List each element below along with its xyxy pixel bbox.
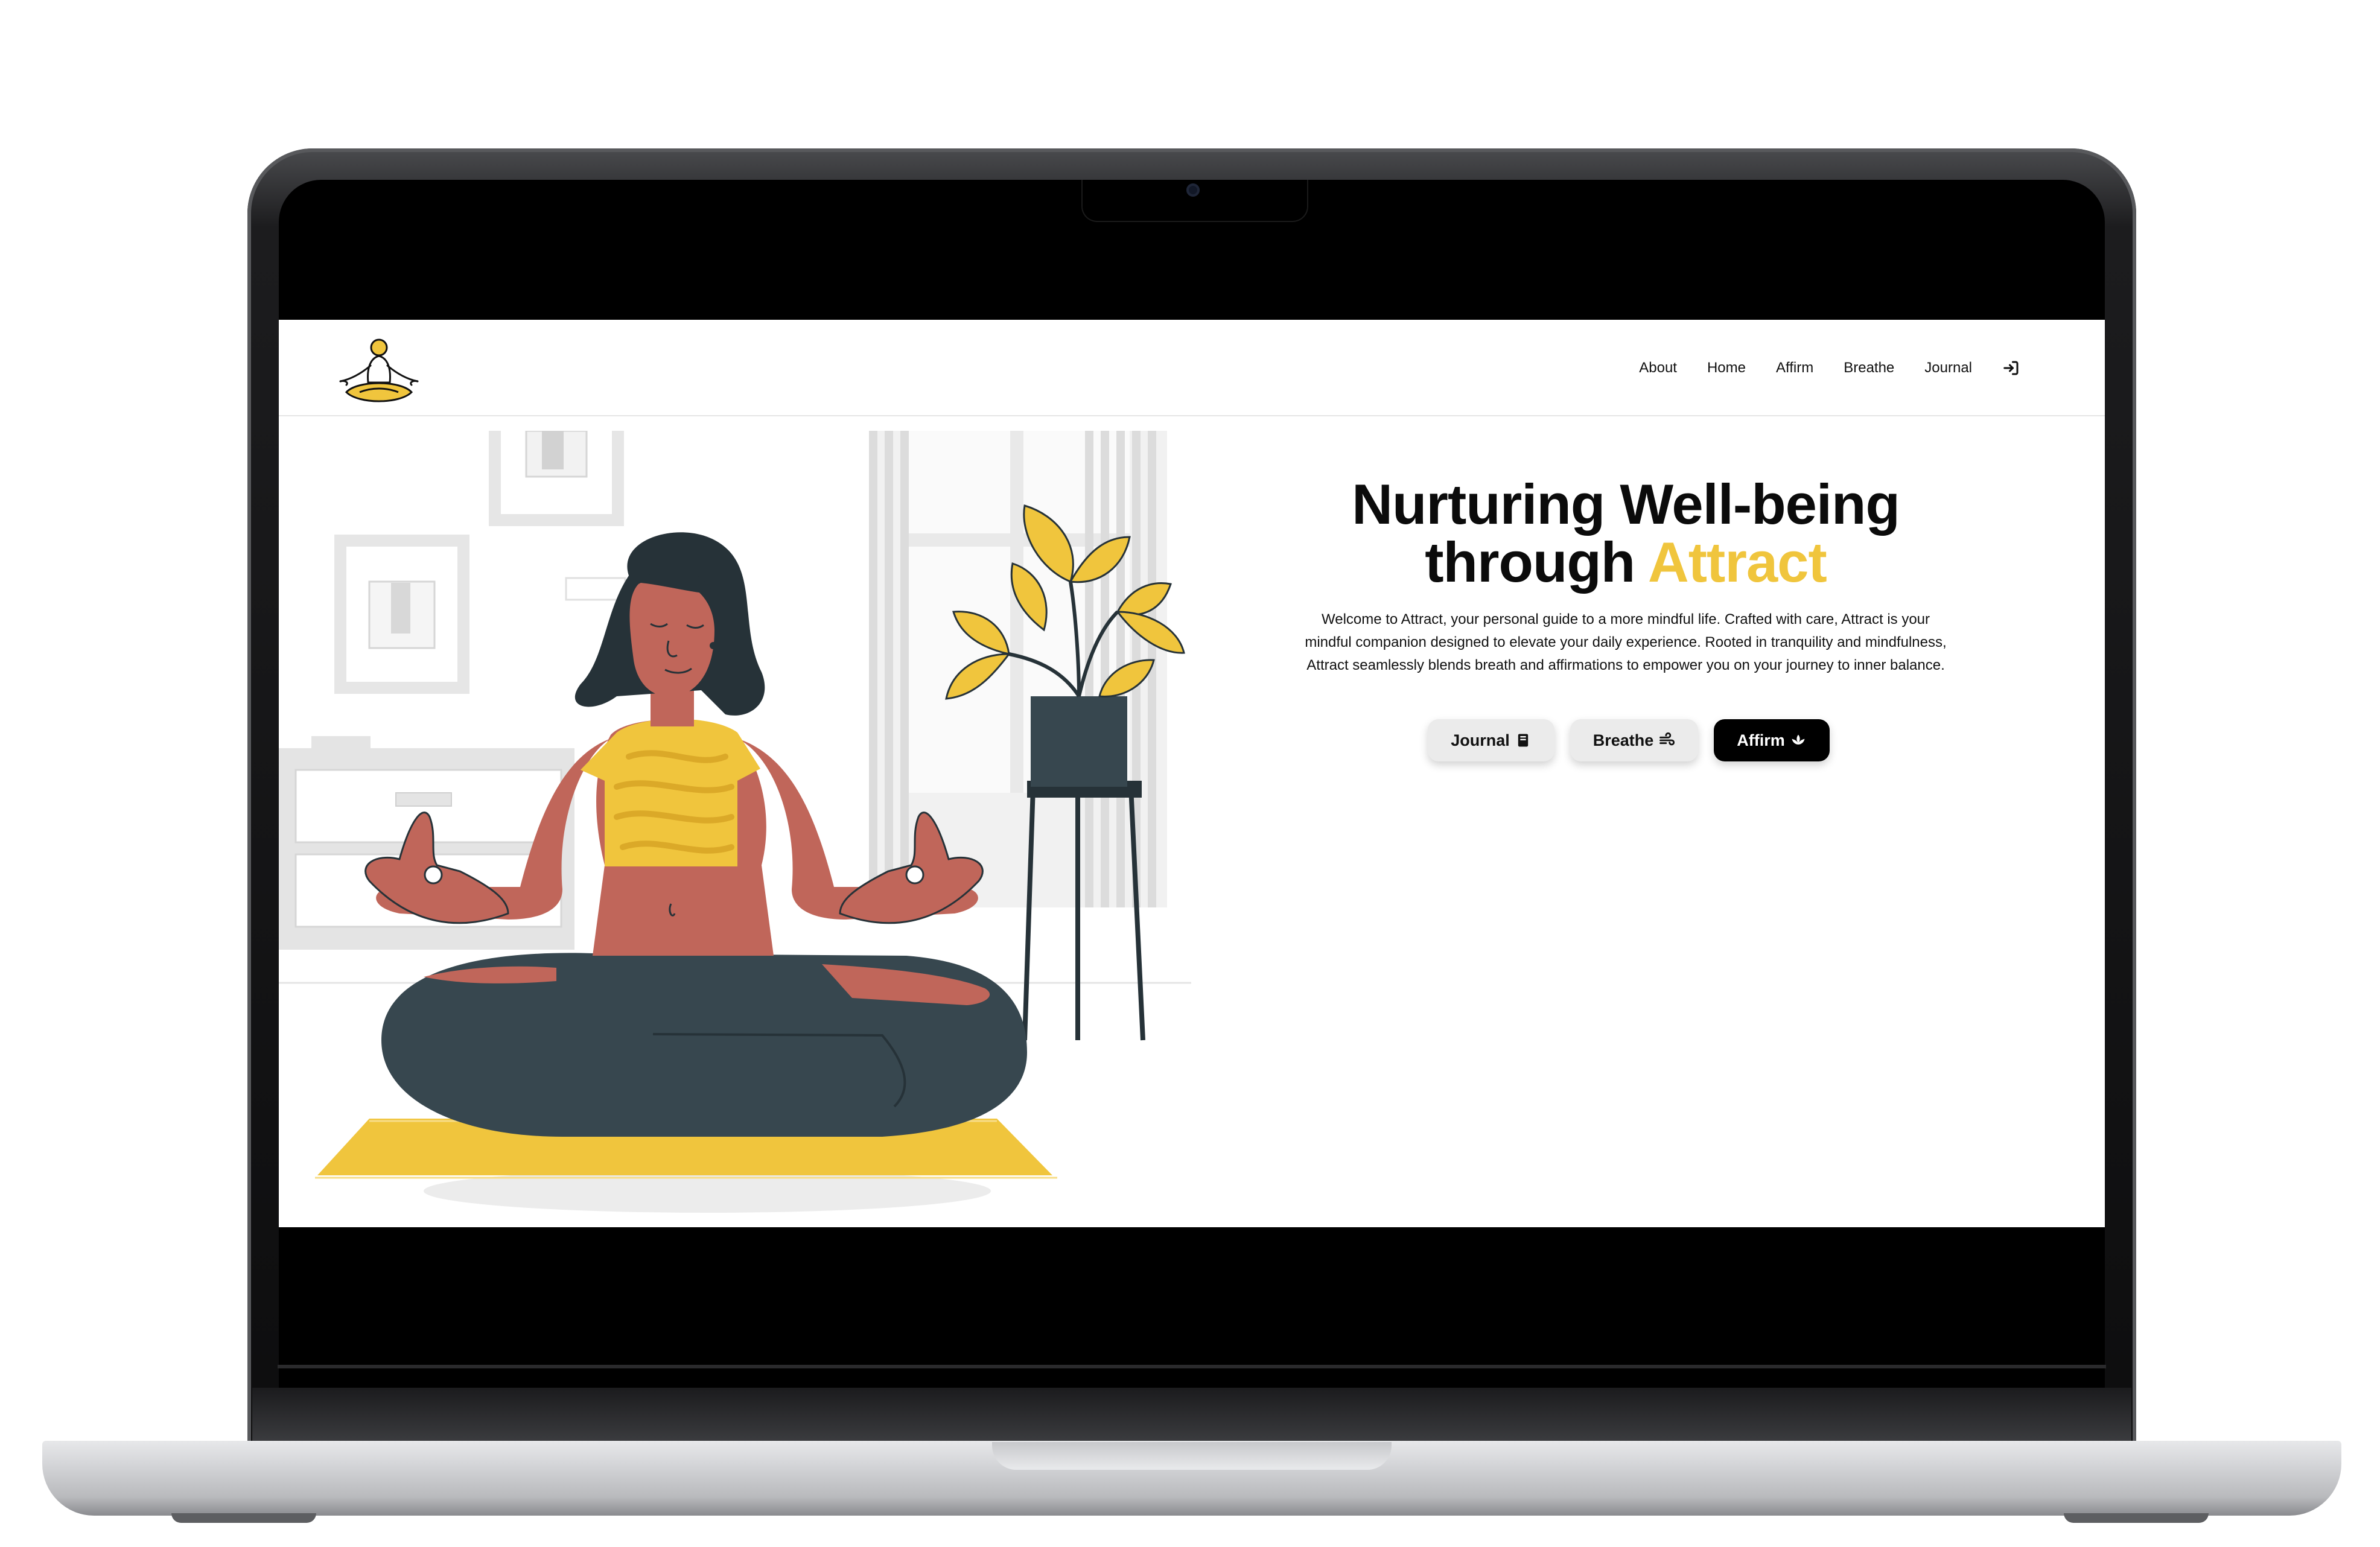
nav-link-about[interactable]: About (1639, 360, 1677, 376)
nav-link-home[interactable]: Home (1707, 360, 1746, 376)
webcam-icon (1186, 183, 1200, 197)
affirm-button-label: Affirm (1737, 731, 1785, 749)
nav-link-breathe[interactable]: Breathe (1844, 360, 1894, 376)
breathe-button[interactable]: Breathe (1570, 719, 1699, 761)
journal-button[interactable]: Journal (1428, 719, 1554, 761)
nav-link-journal[interactable]: Journal (1924, 360, 1972, 376)
website-viewport: About Home Affirm Breathe Journal Nurtur… (279, 320, 2105, 1227)
affirm-button[interactable]: Affirm (1714, 719, 1830, 761)
journal-button-label: Journal (1451, 731, 1510, 749)
hero-section: Nurturing Well-being through Attract Wel… (1276, 475, 1976, 761)
nav-link-affirm[interactable]: Affirm (1776, 360, 1813, 376)
screen-bottom-edge (278, 1365, 2106, 1368)
laptop-foot-left (171, 1513, 316, 1523)
laptop-foot-right (2064, 1513, 2209, 1523)
hero-description: Welcome to Attract, your personal guide … (1305, 611, 1947, 673)
breathe-button-label: Breathe (1592, 731, 1654, 749)
cta-button-row: Journal Breathe Affirm (1282, 719, 1976, 761)
lotus-icon (1792, 734, 1805, 745)
laptop-hinge (252, 1388, 2131, 1442)
hero-title-accent: Attract (1647, 530, 1827, 594)
hero-title-line2: through (1425, 530, 1648, 594)
navbar: About Home Affirm Breathe Journal (279, 320, 2105, 416)
laptop-opening-notch (992, 1442, 1392, 1470)
notebook-icon (1518, 734, 1528, 747)
meditation-illustration (279, 431, 1191, 1213)
wind-icon (1659, 732, 1675, 746)
meditation-logo-icon[interactable] (333, 334, 425, 404)
hero-title-line1: Nurturing Well-being (1352, 472, 1900, 536)
nav-links: About Home Affirm Breathe Journal (1639, 355, 2020, 381)
login-arrow-icon[interactable] (2002, 359, 2020, 377)
hero-title: Nurturing Well-being through Attract (1276, 475, 1976, 591)
